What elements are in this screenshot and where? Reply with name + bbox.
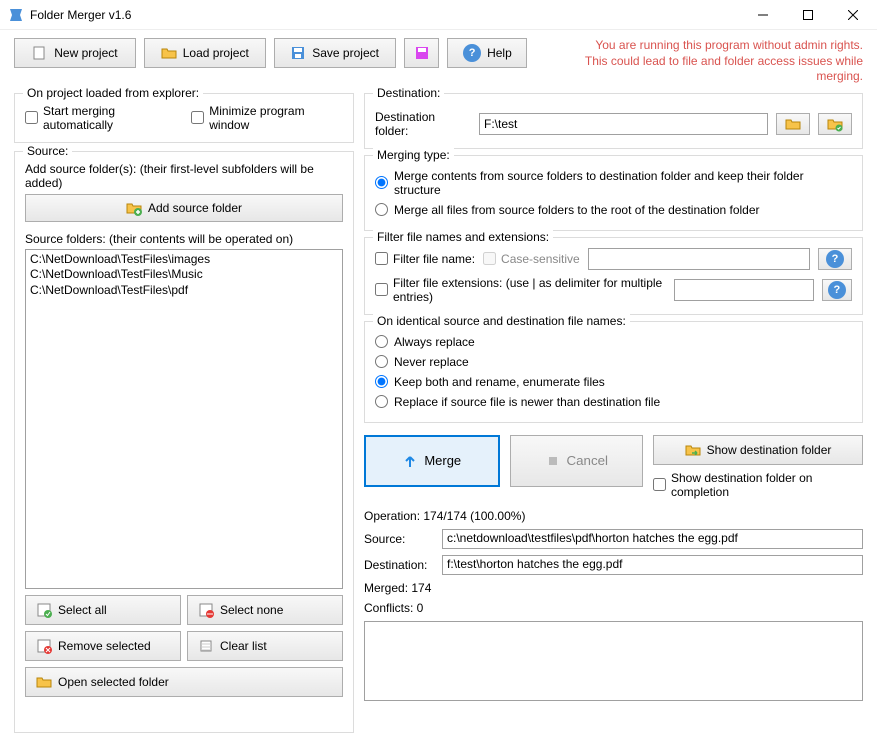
folder-open-icon [36,674,52,690]
list-item[interactable]: C:\NetDownload\TestFiles\Music [30,267,338,283]
cancel-label: Cancel [567,453,609,468]
filter-ext-help-button[interactable]: ? [822,279,852,301]
new-icon [32,45,48,61]
explorer-group: On project loaded from explorer: Start m… [14,93,354,143]
save-project-button[interactable]: Save project [274,38,396,68]
add-source-label: Add source folder [148,201,242,215]
browse-destination-button[interactable] [776,113,810,135]
show-destination-button[interactable]: Show destination folder [653,435,863,465]
new-project-label: New project [54,46,117,60]
help-icon: ? [826,250,844,268]
merging-type-group: Merging type: Merge contents from source… [364,155,863,231]
remove-icon [36,638,52,654]
never-replace-radio[interactable]: Never replace [375,352,852,372]
replace-newer-radio[interactable]: Replace if source file is newer than des… [375,392,852,412]
save-disk-button[interactable] [404,38,440,68]
case-sensitive-checkbox[interactable]: Case-sensitive [483,252,580,266]
start-auto-checkbox[interactable]: Start merging automatically [25,104,183,132]
destination-label: Destination folder: [375,110,471,138]
action-row: Merge Cancel Show destination folder Sho… [364,435,863,499]
help-button[interactable]: ? Help [447,38,527,68]
select-all-icon [36,602,52,618]
help-icon: ? [828,281,846,299]
merge-to-root-radio[interactable]: Merge all files from source folders to t… [375,200,852,220]
identical-group-title: On identical source and destination file… [373,314,630,328]
minimize-checkbox[interactable]: Minimize program window [191,104,343,132]
save-icon [290,45,306,61]
maximize-window-button[interactable] [785,1,830,29]
app-icon [8,7,24,23]
warning-line1: You are running this program without adm… [535,38,863,54]
select-all-button[interactable]: Select all [25,595,181,625]
remove-selected-button[interactable]: Remove selected [25,631,181,661]
source-folders-list[interactable]: C:\NetDownload\TestFiles\imagesC:\NetDow… [25,249,343,589]
dest-path-field: f:\test\horton hatches the egg.pdf [442,555,863,575]
filter-ext-checkbox[interactable]: Filter file extensions: (use | as delimi… [375,276,666,304]
load-project-button[interactable]: Load project [144,38,266,68]
admin-warning: You are running this program without adm… [535,38,863,85]
window-title: Folder Merger v1.6 [30,8,131,22]
add-source-hint: Add source folder(s): (their first-level… [25,162,343,190]
filter-name-input[interactable] [588,248,810,270]
filter-name-checkbox[interactable]: Filter file name: [375,252,475,266]
log-output[interactable] [364,621,863,701]
filter-name-help-button[interactable]: ? [818,248,852,270]
filter-group-title: Filter file names and extensions: [373,230,553,244]
clear-icon [198,638,214,654]
folder-go-icon [685,442,701,458]
destination-group-title: Destination: [373,86,444,100]
save-project-label: Save project [312,46,379,60]
add-source-folder-button[interactable]: Add source folder [25,194,343,222]
titlebar: Folder Merger v1.6 [0,0,877,30]
always-replace-radio[interactable]: Always replace [375,332,852,352]
merge-label: Merge [424,453,461,468]
source-list-label: Source folders: (their contents will be … [25,232,343,246]
destination-folder-input[interactable] [479,113,768,135]
show-dest-label: Show destination folder [707,443,832,457]
open-destination-button[interactable] [818,113,852,135]
folder-open-icon [161,45,177,61]
new-project-button[interactable]: New project [14,38,136,68]
stop-icon [545,453,561,469]
merge-arrow-icon [402,453,418,469]
load-project-label: Load project [183,46,249,60]
list-item[interactable]: C:\NetDownload\TestFiles\pdf [30,283,338,299]
source-group-title: Source: [23,144,72,158]
cancel-button[interactable]: Cancel [510,435,644,487]
filter-ext-input[interactable] [674,279,814,301]
merged-count: Merged: 174 [364,581,863,595]
help-icon: ? [463,44,481,62]
merge-button[interactable]: Merge [364,435,500,487]
warning-line2: This could lead to file and folder acces… [535,54,863,85]
source-path-label: Source: [364,532,434,546]
conflicts-count: Conflicts: 0 [364,601,863,615]
source-group: Source: Add source folder(s): (their fir… [14,151,354,733]
merge-keep-structure-radio[interactable]: Merge contents from source folders to de… [375,166,852,200]
select-none-button[interactable]: Select none [187,595,343,625]
identical-group: On identical source and destination file… [364,321,863,423]
keep-both-radio[interactable]: Keep both and rename, enumerate files [375,372,852,392]
source-path-field: c:\netdownload\testfiles\pdf\horton hatc… [442,529,863,549]
destination-group: Destination: Destination folder: [364,93,863,149]
operation-status: Operation: 174/174 (100.00%) [364,509,863,523]
dest-path-label: Destination: [364,558,434,572]
toolbar: New project Load project Save project ? … [0,30,877,93]
select-none-icon [198,602,214,618]
open-selected-folder-button[interactable]: Open selected folder [25,667,343,697]
filter-group: Filter file names and extensions: Filter… [364,237,863,315]
clear-list-button[interactable]: Clear list [187,631,343,661]
merging-type-title: Merging type: [373,148,454,162]
explorer-group-title: On project loaded from explorer: [23,86,203,100]
folder-add-icon [126,200,142,216]
show-on-completion-checkbox[interactable]: Show destination folder on completion [653,471,863,499]
disk-icon [414,45,430,61]
list-item[interactable]: C:\NetDownload\TestFiles\images [30,252,338,268]
help-label: Help [487,46,512,60]
close-window-button[interactable] [830,1,875,29]
minimize-window-button[interactable] [740,1,785,29]
